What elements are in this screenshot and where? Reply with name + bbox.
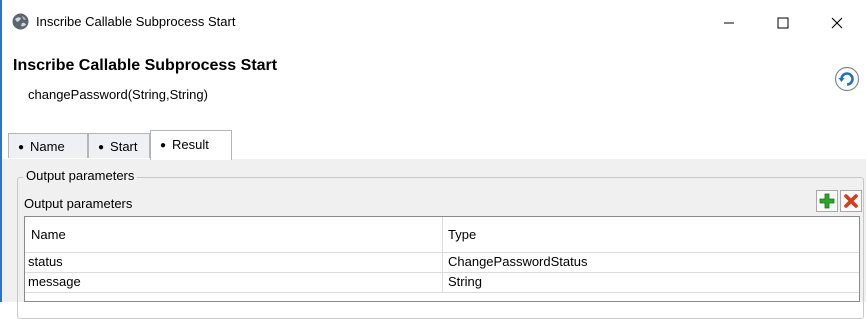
column-header-name[interactable]: Name <box>25 217 443 252</box>
delete-icon <box>844 194 858 208</box>
method-signature: changePassword(String,String) <box>28 87 208 102</box>
app-icon <box>12 13 29 30</box>
tab-label: Start <box>110 139 138 154</box>
close-button[interactable] <box>814 8 860 38</box>
table-row[interactable]: message String <box>25 272 859 293</box>
dialog-header: Inscribe Callable Subprocess Start chang… <box>2 44 866 116</box>
param-name-cell[interactable]: message <box>25 272 443 292</box>
close-icon <box>831 17 843 29</box>
output-parameters-table: Name Type status ChangePasswordStatus me… <box>24 216 860 302</box>
maximize-button[interactable] <box>760 8 806 38</box>
tab-label: Result <box>172 137 209 152</box>
add-parameter-button[interactable] <box>816 190 838 212</box>
refresh-icon <box>834 66 860 92</box>
title-bar: Inscribe Callable Subprocess Start <box>2 0 866 44</box>
refresh-button[interactable] <box>834 66 860 92</box>
tab-strip: ● Name ● Start ● Result <box>2 130 866 160</box>
tab-bullet-icon: ● <box>98 142 105 153</box>
table-header: Name Type <box>25 217 859 253</box>
param-type-cell[interactable]: String <box>443 272 859 292</box>
plus-icon <box>819 193 835 209</box>
tab-bullet-icon: ● <box>160 140 167 151</box>
result-panel: Output parameters Output parameters Name… <box>2 159 866 319</box>
column-header-type[interactable]: Type <box>443 217 859 252</box>
table-row[interactable]: status ChangePasswordStatus <box>25 252 859 273</box>
output-group-label: Output parameters <box>23 168 138 183</box>
maximize-icon <box>777 17 789 29</box>
remove-parameter-button[interactable] <box>840 190 862 212</box>
param-name-cell[interactable]: status <box>25 252 443 272</box>
tab-label: Name <box>30 139 65 154</box>
tab-bullet-icon: ● <box>18 142 25 153</box>
output-section-label: Output parameters <box>24 196 133 211</box>
minimize-button[interactable] <box>706 8 752 38</box>
window-title: Inscribe Callable Subprocess Start <box>36 14 236 29</box>
page-title: Inscribe Callable Subprocess Start <box>13 57 278 74</box>
minimize-icon <box>724 22 734 24</box>
param-type-cell[interactable]: ChangePasswordStatus <box>443 252 859 272</box>
tab-result[interactable]: ● Result <box>150 130 232 160</box>
tab-start[interactable]: ● Start <box>88 133 150 158</box>
tab-name[interactable]: ● Name <box>8 133 88 158</box>
